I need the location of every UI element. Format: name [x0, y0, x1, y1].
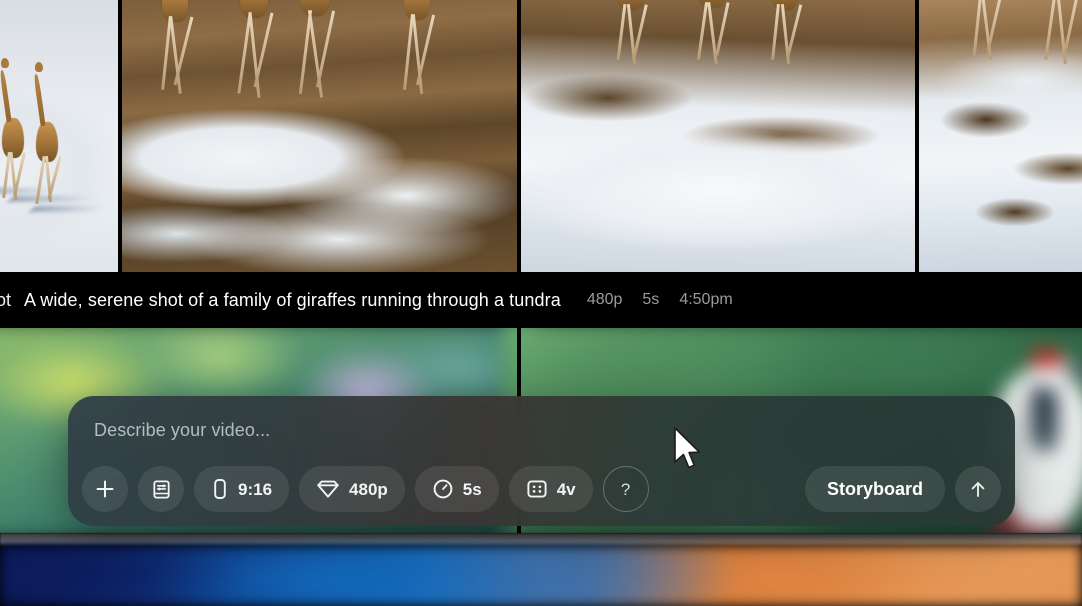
video-thumbnail[interactable]: [521, 0, 915, 272]
book-settings-icon: [151, 479, 172, 500]
aspect-ratio-button[interactable]: 9:16: [194, 466, 290, 512]
resolution-label: 480p: [349, 479, 388, 499]
bottom-gradient-strip: [0, 545, 1082, 606]
question-mark-icon: ?: [620, 479, 631, 499]
duration-label: 5s: [462, 479, 482, 499]
video-frame: [521, 0, 915, 272]
clock-icon: [432, 478, 454, 500]
result-resolution: 480p: [586, 291, 623, 308]
video-frame: [919, 0, 1082, 272]
composer-actions: Storyboard: [804, 466, 1001, 512]
prompt-input[interactable]: Describe your video...: [94, 420, 270, 441]
prompt-composer[interactable]: Describe your video... 9:16 480p 5s 4v ?…: [68, 396, 1015, 526]
help-button[interactable]: ?: [602, 466, 649, 512]
result-metadata-row: ot A wide, serene shot of a family of gi…: [0, 272, 1082, 328]
result-duration: 5s: [642, 291, 660, 308]
variations-button[interactable]: 4v: [508, 466, 593, 512]
variations-label: 4v: [556, 479, 576, 499]
video-thumbnail[interactable]: [919, 0, 1082, 272]
composer-toolbar: 9:16 480p 5s 4v ?: [82, 466, 649, 512]
video-frame: [122, 0, 517, 272]
arrow-up-icon: [967, 478, 989, 500]
video-frame: [0, 0, 118, 272]
window-separator: [0, 533, 1082, 545]
video-thumbnail[interactable]: [122, 0, 517, 272]
video-results-row-top: [0, 0, 1082, 272]
duration-button[interactable]: 5s: [414, 466, 499, 512]
video-thumbnail[interactable]: [0, 0, 118, 272]
phone-portrait-icon: [211, 478, 229, 500]
result-timestamp: 4:50pm: [679, 291, 733, 308]
storyboard-button[interactable]: Storyboard: [804, 466, 945, 512]
style-reference-button[interactable]: [138, 466, 184, 512]
aspect-ratio-label: 9:16: [238, 479, 273, 499]
grid-dots-icon: [526, 479, 548, 499]
plus-icon: [94, 478, 116, 500]
app-root: ot A wide, serene shot of a family of gi…: [0, 0, 1082, 606]
result-prompt-text: A wide, serene shot of a family of giraf…: [24, 289, 561, 310]
diamond-icon: [316, 479, 340, 499]
send-button[interactable]: [955, 466, 1001, 512]
resolution-button[interactable]: 480p: [299, 466, 405, 512]
storyboard-label: Storyboard: [826, 478, 923, 499]
add-attachment-button[interactable]: [82, 466, 128, 512]
crane-crown: [1030, 349, 1063, 367]
metadata-prefix-fragment: ot: [0, 289, 12, 310]
